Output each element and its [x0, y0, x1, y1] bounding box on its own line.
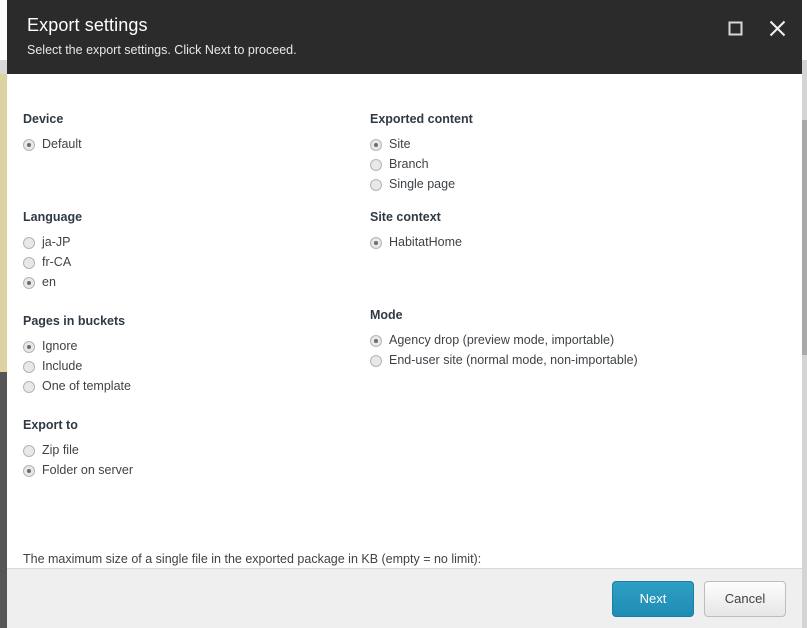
next-button[interactable]: Next: [612, 580, 694, 617]
group-language-title: Language: [23, 210, 83, 224]
radio-content-branch[interactable]: Branch: [370, 155, 770, 174]
page-scrollbar-track[interactable]: [802, 60, 807, 628]
page-scrollbar-thumb[interactable]: [802, 120, 807, 355]
group-exported-content: Exported content Site Branch Single page: [370, 112, 770, 194]
group-pages-in-buckets: Pages in buckets Ignore Include One of t…: [23, 314, 363, 396]
radio-content-single-page[interactable]: Single page: [370, 175, 770, 194]
radio-label: Site: [389, 137, 411, 151]
radio-indicator[interactable]: [370, 158, 382, 171]
radio-mode-agency-drop[interactable]: Agency drop (preview mode, importable): [370, 331, 770, 350]
group-site-context-title: Site context: [370, 210, 441, 224]
radio-indicator[interactable]: [370, 236, 382, 249]
radio-label: HabitatHome: [389, 235, 462, 249]
max-file-size-label: The maximum size of a single file in the…: [23, 552, 482, 566]
radio-indicator[interactable]: [370, 138, 382, 151]
radio-indicator[interactable]: [23, 340, 35, 353]
dialog-title: Export settings: [27, 15, 148, 35]
radio-label: en: [42, 275, 56, 289]
radio-label: One of template: [42, 379, 131, 393]
radio-label: End-user site (normal mode, non-importab…: [389, 353, 638, 367]
radio-export-folder-on-server[interactable]: Folder on server: [23, 461, 363, 480]
maximize-icon[interactable]: [724, 17, 746, 39]
radio-buckets-include[interactable]: Include: [23, 357, 363, 376]
radio-indicator[interactable]: [23, 444, 35, 457]
radio-language-en[interactable]: en: [23, 273, 363, 292]
radio-export-zip-file[interactable]: Zip file: [23, 441, 363, 460]
group-exported-content-title: Exported content: [370, 112, 473, 126]
radio-indicator[interactable]: [370, 334, 382, 347]
radio-indicator[interactable]: [23, 236, 35, 249]
settings-column-right: Exported content Site Branch Single page: [370, 112, 770, 371]
radio-label: Branch: [389, 157, 429, 171]
export-settings-dialog: Export settings Select the export settin…: [7, 0, 802, 628]
dialog-header: Export settings Select the export settin…: [7, 0, 802, 74]
radio-indicator[interactable]: [23, 276, 35, 289]
group-device-title: Device: [23, 112, 64, 126]
dialog-body: Device Default Language ja-JP fr-CA en P…: [7, 74, 802, 568]
group-site-context: Site context HabitatHome: [370, 210, 770, 252]
background-page-strip-left-dark-lower: [0, 568, 7, 628]
radio-label: Agency drop (preview mode, importable): [389, 333, 615, 347]
radio-label: Default: [42, 137, 82, 151]
radio-buckets-one-of-template[interactable]: One of template: [23, 377, 363, 396]
radio-indicator[interactable]: [370, 178, 382, 191]
window-controls: [724, 17, 788, 39]
group-export-to: Export to Zip file Folder on server: [23, 418, 363, 480]
radio-indicator[interactable]: [23, 138, 35, 151]
group-export-to-title: Export to: [23, 418, 78, 432]
dialog-subtitle: Select the export settings. Click Next t…: [27, 43, 297, 57]
radio-indicator[interactable]: [370, 354, 382, 367]
radio-label: Folder on server: [42, 463, 134, 477]
radio-buckets-ignore[interactable]: Ignore: [23, 337, 363, 356]
radio-indicator[interactable]: [23, 380, 35, 393]
radio-label: Single page: [389, 177, 456, 191]
group-device: Device Default: [23, 112, 363, 154]
radio-indicator[interactable]: [23, 464, 35, 477]
group-language: Language ja-JP fr-CA en: [23, 210, 363, 292]
max-file-size-section: The maximum size of a single file in the…: [23, 552, 786, 568]
background-page-strip-left-dark: [0, 372, 7, 568]
radio-label: ja-JP: [42, 235, 71, 249]
cancel-button[interactable]: Cancel: [704, 580, 786, 617]
settings-column-left: Device Default Language ja-JP fr-CA en P…: [23, 112, 363, 481]
radio-site-context-habitathome[interactable]: HabitatHome: [370, 233, 770, 252]
group-mode-title: Mode: [370, 308, 403, 322]
radio-mode-end-user-site[interactable]: End-user site (normal mode, non-importab…: [370, 351, 770, 370]
radio-language-ja-jp[interactable]: ja-JP: [23, 233, 363, 252]
group-pages-in-buckets-title: Pages in buckets: [23, 314, 126, 328]
radio-label: Zip file: [42, 443, 79, 457]
radio-indicator[interactable]: [23, 360, 35, 373]
radio-indicator[interactable]: [23, 256, 35, 269]
group-mode: Mode Agency drop (preview mode, importab…: [370, 308, 770, 370]
radio-label: Include: [42, 359, 83, 373]
close-icon[interactable]: [766, 17, 788, 39]
radio-label: Ignore: [42, 339, 78, 353]
radio-device-default[interactable]: Default: [23, 135, 363, 154]
page-root: Export settings Select the export settin…: [0, 0, 807, 628]
radio-content-site[interactable]: Site: [370, 135, 770, 154]
dialog-footer: Next Cancel: [7, 568, 802, 628]
radio-label: fr-CA: [42, 255, 72, 269]
radio-language-fr-ca[interactable]: fr-CA: [23, 253, 363, 272]
